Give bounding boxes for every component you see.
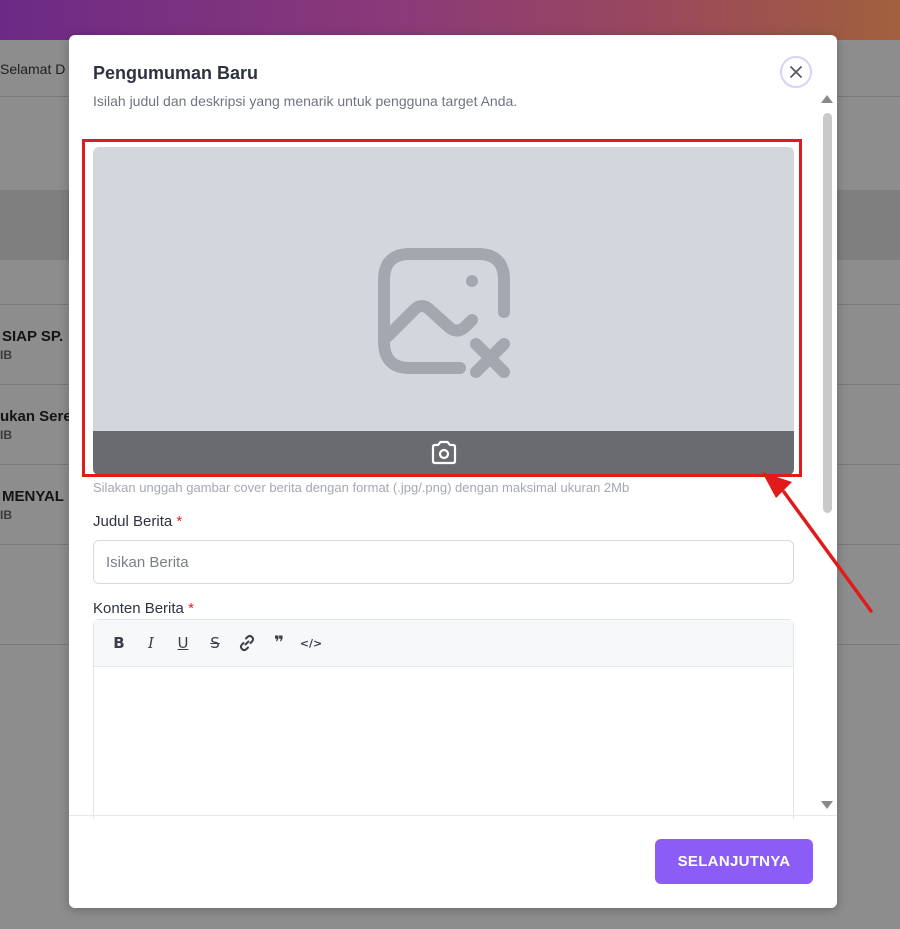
link-button[interactable] bbox=[236, 632, 258, 654]
modal-title: Pengumuman Baru bbox=[93, 63, 259, 83]
footer-divider bbox=[69, 815, 837, 816]
background-row-sub: IB bbox=[0, 428, 12, 442]
title-input[interactable] bbox=[93, 540, 794, 584]
required-marker: * bbox=[188, 600, 194, 617]
content-editor[interactable]: B I U S ❞ </> bbox=[93, 619, 794, 819]
close-button[interactable] bbox=[780, 56, 812, 88]
new-announcement-modal: Pengumuman Baru Isilah judul dan deskrip… bbox=[69, 35, 837, 908]
required-marker: * bbox=[176, 513, 183, 530]
image-remove-icon bbox=[378, 248, 510, 378]
background-row-title: ukan Sere bbox=[0, 408, 72, 425]
italic-button[interactable]: I bbox=[140, 632, 162, 654]
background-row-sub: IB bbox=[0, 508, 12, 522]
bold-button[interactable]: B bbox=[108, 632, 130, 654]
title-label: Judul Berita * bbox=[93, 513, 182, 530]
background-greeting: Selamat D bbox=[0, 61, 66, 77]
title-label-text: Judul Berita bbox=[93, 513, 173, 530]
scroll-up-arrow[interactable] bbox=[821, 95, 833, 103]
scrollbar-thumb[interactable] bbox=[823, 113, 832, 513]
app-header-bar bbox=[0, 0, 900, 40]
editor-toolbar: B I U S ❞ </> bbox=[94, 620, 793, 667]
content-label-text: Konten Berita bbox=[93, 600, 184, 617]
background-row-sub: IB bbox=[0, 348, 12, 362]
cover-image-upload[interactable] bbox=[93, 147, 794, 475]
close-icon bbox=[790, 66, 802, 78]
content-label: Konten Berita * bbox=[93, 600, 194, 617]
modal-subtitle: Isilah judul dan deskripsi yang menarik … bbox=[93, 93, 518, 109]
scroll-down-arrow[interactable] bbox=[821, 801, 833, 809]
upload-camera-bar[interactable] bbox=[93, 431, 794, 475]
next-button[interactable]: SELANJUTNYA bbox=[655, 839, 813, 884]
underline-button[interactable]: U bbox=[172, 632, 194, 654]
background-row-title: MENYAL bbox=[2, 488, 64, 505]
camera-icon bbox=[431, 440, 456, 465]
quote-button[interactable]: ❞ bbox=[268, 632, 290, 654]
strike-button[interactable]: S bbox=[204, 632, 226, 654]
upload-hint: Silakan unggah gambar cover berita denga… bbox=[93, 480, 630, 495]
link-icon bbox=[239, 634, 255, 652]
background-row-title: SIAP SP. bbox=[2, 328, 64, 345]
code-button[interactable]: </> bbox=[300, 632, 322, 654]
